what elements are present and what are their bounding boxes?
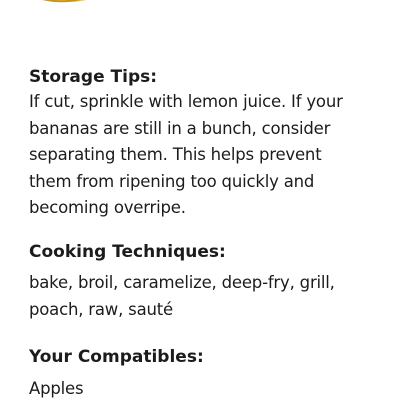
storage-tips-line: separating them. This helps prevent	[29, 145, 322, 164]
storage-tips-line: If cut, sprinkle with lemon juice. If yo…	[29, 92, 343, 111]
storage-tips-line: them from ripening too quickly and	[29, 171, 315, 191]
storage-tips-section: Storage Tips: If cut, sprinkle with lemo…	[29, 66, 376, 222]
compatibles-value: Apples	[29, 379, 84, 398]
cooking-techniques-heading: Cooking Techniques:	[29, 242, 226, 262]
compatibles-section: Your Compatibles: Apples	[29, 346, 376, 400]
cooking-techniques-text: bake, broil, caramelize, deep-fry, grill…	[29, 270, 376, 323]
banana-bunch-icon	[40, 0, 87, 3]
cooking-techniques-section: Cooking Techniques: bake, broil, caramel…	[29, 241, 376, 323]
compatibles-heading: Your Compatibles:	[29, 347, 204, 367]
storage-tips-text: If cut, sprinkle with lemon juice. If yo…	[29, 89, 376, 222]
storage-tips-heading: Storage Tips:	[29, 67, 158, 87]
storage-tips-line: bananas are still in a bunch, consider	[29, 118, 331, 138]
storage-tips-line: becoming overripe.	[29, 198, 186, 217]
cooking-techniques-line: poach, raw, sauté	[29, 299, 173, 319]
cooking-techniques-line: bake, broil, caramelize, deep-fry, grill…	[29, 273, 335, 292]
